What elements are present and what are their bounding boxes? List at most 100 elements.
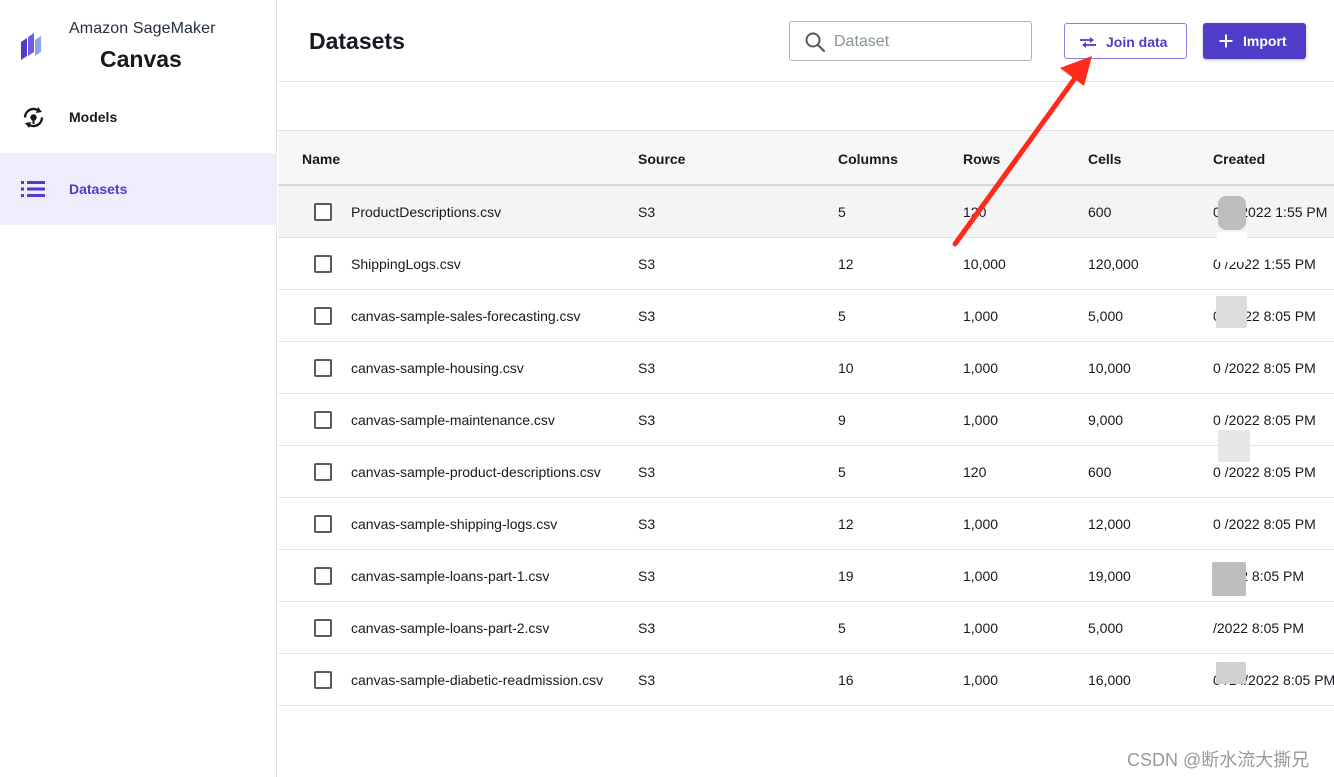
columns-cell: 5 [838, 464, 846, 480]
import-label: Import [1243, 33, 1287, 49]
row-checkbox[interactable] [314, 567, 332, 585]
table-row[interactable]: canvas-sample-sales-forecasting.csv S3 5 1,… [278, 290, 1334, 342]
canvas-logo-icon [21, 33, 41, 60]
table-header: Name Source Columns Rows Cells Created [278, 130, 1334, 186]
created-cell: /2022 8:05 PM [1213, 620, 1305, 636]
cells-cell: 5,000 [1088, 620, 1124, 636]
dataset-name-cell[interactable]: canvas-sample-sales-forecasting.csv [351, 308, 581, 324]
table-row[interactable]: canvas-sample-product-descriptions.csv S3… [278, 446, 1334, 498]
rows-cell: 1,000 [963, 620, 999, 636]
row-checkbox[interactable] [314, 203, 332, 221]
source-cell: S3 [638, 412, 656, 428]
column-header-source[interactable]: Source [638, 151, 685, 167]
table-row[interactable]: canvas-sample-loans-part-2.csv S3 5 1,000 5,… [278, 602, 1334, 654]
table-row[interactable]: canvas-sample-diabetic-readmission.csv S3… [278, 654, 1334, 706]
brand-title: Canvas [100, 46, 182, 72]
dataset-name-cell[interactable]: canvas-sample-loans-part-1.csv [351, 568, 549, 584]
redaction-mark [1212, 562, 1246, 596]
row-checkbox[interactable] [314, 515, 332, 533]
columns-cell: 9 [838, 412, 846, 428]
datasets-table: Name Source Columns Rows Cells Created P… [278, 130, 1334, 706]
columns-cell: 5 [838, 204, 846, 220]
columns-cell: 10 [838, 360, 854, 376]
dataset-name-cell[interactable]: canvas-sample-shipping-logs.csv [351, 516, 557, 532]
created-cell: 0 /2022 8:05 PM [1213, 516, 1316, 532]
cells-cell: 5,000 [1088, 308, 1124, 324]
page-header: Datasets Join data Import [278, 0, 1334, 82]
sidebar-item-models[interactable]: Models [0, 81, 277, 153]
join-data-button[interactable]: Join data [1064, 23, 1187, 59]
table-body: ProductDescriptions.csv S3 5 120 600 0 /5/202… [278, 186, 1334, 706]
sidebar-item-label: Datasets [69, 181, 128, 197]
redaction-mark [1217, 232, 1247, 262]
brand-subtitle: Amazon SageMaker [69, 20, 216, 37]
cells-cell: 9,000 [1088, 412, 1124, 428]
rows-cell: 1,000 [963, 360, 999, 376]
rows-cell: 1,000 [963, 568, 999, 584]
search-icon [805, 32, 826, 53]
table-row[interactable]: canvas-sample-housing.csv S3 10 1,000 10,000… [278, 342, 1334, 394]
table-row[interactable]: canvas-sample-maintenance.csv S3 9 1,000 9,0… [278, 394, 1334, 446]
table-row[interactable]: ProductDescriptions.csv S3 5 120 600 0 /5/202… [278, 186, 1334, 238]
table-row[interactable]: canvas-sample-loans-part-1.csv S3 19 1,000 1… [278, 550, 1334, 602]
source-cell: S3 [638, 204, 656, 220]
join-data-label: Join data [1106, 34, 1168, 50]
source-cell: S3 [638, 620, 656, 636]
cells-cell: 12,000 [1088, 516, 1131, 532]
cells-cell: 10,000 [1088, 360, 1131, 376]
join-arrows-icon [1080, 37, 1096, 48]
sidebar-item-datasets[interactable]: Datasets [0, 153, 277, 225]
plus-icon [1219, 34, 1233, 48]
cells-cell: 19,000 [1088, 568, 1131, 584]
created-cell: 0 /2022 8:05 PM [1213, 360, 1316, 376]
source-cell: S3 [638, 360, 656, 376]
columns-cell: 5 [838, 308, 846, 324]
row-checkbox[interactable] [314, 307, 332, 325]
column-header-created[interactable]: Created [1213, 151, 1265, 167]
source-cell: S3 [638, 516, 656, 532]
row-checkbox[interactable] [314, 463, 332, 481]
brand: Amazon SageMaker Canvas [0, 0, 277, 80]
row-checkbox[interactable] [314, 619, 332, 637]
dataset-name-cell[interactable]: ProductDescriptions.csv [351, 204, 501, 220]
redaction-mark [1218, 430, 1250, 462]
cells-cell: 16,000 [1088, 672, 1131, 688]
dataset-name-cell[interactable]: canvas-sample-product-descriptions.csv [351, 464, 601, 480]
table-row[interactable]: canvas-sample-shipping-logs.csv S3 12 1,000… [278, 498, 1334, 550]
row-checkbox[interactable] [314, 255, 332, 273]
row-checkbox[interactable] [314, 671, 332, 689]
dataset-name-cell[interactable]: canvas-sample-maintenance.csv [351, 412, 555, 428]
dataset-name-cell[interactable]: canvas-sample-loans-part-2.csv [351, 620, 549, 636]
rows-cell: 120 [963, 464, 987, 480]
columns-cell: 12 [838, 516, 854, 532]
dataset-name-cell[interactable]: canvas-sample-diabetic-readmission.csv [351, 672, 603, 688]
search-input[interactable] [834, 30, 1024, 54]
row-checkbox[interactable] [314, 411, 332, 429]
search-box[interactable] [789, 21, 1032, 61]
cells-cell: 600 [1088, 204, 1112, 220]
source-cell: S3 [638, 308, 656, 324]
dataset-name-cell[interactable]: canvas-sample-housing.csv [351, 360, 524, 376]
columns-cell: 16 [838, 672, 854, 688]
created-cell: 0 /2022 8:05 PM [1213, 464, 1316, 480]
source-cell: S3 [638, 464, 656, 480]
source-cell: S3 [638, 672, 656, 688]
rows-cell: 1,000 [963, 412, 999, 428]
column-header-rows[interactable]: Rows [963, 151, 1000, 167]
redaction-mark [1218, 196, 1246, 230]
row-checkbox[interactable] [314, 359, 332, 377]
list-icon [20, 176, 47, 203]
column-header-columns[interactable]: Columns [838, 151, 898, 167]
models-refresh-icon [20, 104, 47, 131]
column-header-name[interactable]: Name [302, 151, 340, 167]
rows-cell: 1,000 [963, 308, 999, 324]
dataset-name-cell[interactable]: ShippingLogs.csv [351, 256, 461, 272]
rows-cell: 10,000 [963, 256, 1006, 272]
import-button[interactable]: Import [1203, 23, 1306, 59]
column-header-cells[interactable]: Cells [1088, 151, 1121, 167]
rows-cell: 1,000 [963, 516, 999, 532]
columns-cell: 5 [838, 620, 846, 636]
main-content: Datasets Join data Import [278, 0, 1334, 777]
table-row[interactable]: ShippingLogs.csv S3 12 10,000 120,000 0 /2022… [278, 238, 1334, 290]
source-cell: S3 [638, 568, 656, 584]
